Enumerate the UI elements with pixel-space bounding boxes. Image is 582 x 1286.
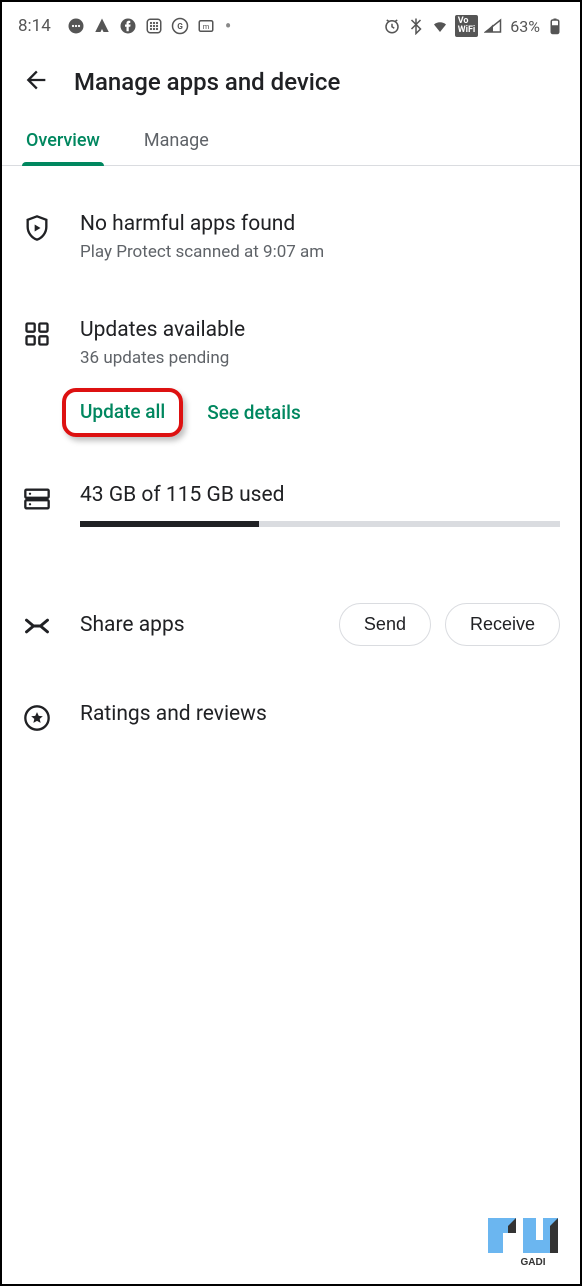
page-title: Manage apps and device bbox=[74, 68, 340, 96]
updates-row: Updates available 36 updates pending Upd… bbox=[22, 290, 560, 447]
highlight-annotation: Update all bbox=[62, 388, 183, 437]
updates-subtitle: 36 updates pending bbox=[80, 348, 560, 368]
clock: 8:14 bbox=[18, 16, 51, 36]
ratings-row[interactable]: Ratings and reviews bbox=[22, 674, 560, 760]
signal-icon bbox=[484, 17, 502, 35]
svg-text:GADI: GADI bbox=[521, 1257, 546, 1268]
grid-icon bbox=[145, 17, 163, 35]
header: Manage apps and device bbox=[2, 46, 580, 116]
svg-text:G: G bbox=[177, 22, 183, 32]
app-icon-1 bbox=[93, 17, 111, 35]
tab-overview[interactable]: Overview bbox=[22, 116, 104, 165]
watermark-logo: GADI bbox=[478, 1208, 568, 1272]
send-button[interactable]: Send bbox=[339, 603, 431, 646]
status-separator: • bbox=[225, 14, 232, 38]
star-icon bbox=[22, 702, 52, 732]
alarm-icon bbox=[383, 17, 401, 35]
receive-button[interactable]: Receive bbox=[445, 603, 560, 646]
storage-progress bbox=[80, 521, 560, 527]
message-icon bbox=[67, 17, 85, 35]
facebook-icon bbox=[119, 17, 137, 35]
play-protect-row[interactable]: No harmful apps found Play Protect scann… bbox=[22, 184, 560, 290]
wifi-icon bbox=[431, 17, 449, 35]
volte-indicator: VoWiFi bbox=[455, 15, 479, 37]
update-all-link[interactable]: Update all bbox=[80, 400, 165, 423]
updates-title: Updates available bbox=[80, 318, 560, 342]
status-left: 8:14 G m • bbox=[18, 14, 234, 38]
share-apps-row: Share apps Send Receive bbox=[22, 555, 560, 674]
storage-label: 43 GB of 115 GB used bbox=[80, 483, 560, 507]
protect-subtitle: Play Protect scanned at 9:07 am bbox=[80, 242, 560, 262]
storage-progress-fill bbox=[80, 521, 259, 527]
tabs: Overview Manage bbox=[2, 116, 580, 166]
app-icon-m: m bbox=[197, 17, 215, 35]
back-arrow-icon[interactable] bbox=[22, 66, 50, 98]
battery-percent: 63% bbox=[510, 17, 540, 36]
storage-icon bbox=[22, 483, 52, 513]
shield-icon bbox=[22, 212, 52, 242]
battery-icon bbox=[546, 17, 564, 35]
see-details-link[interactable]: See details bbox=[207, 401, 301, 424]
apps-grid-icon bbox=[22, 318, 52, 348]
storage-row[interactable]: 43 GB of 115 GB used bbox=[22, 447, 560, 555]
bluetooth-icon bbox=[407, 17, 425, 35]
share-icon bbox=[22, 610, 52, 640]
tab-manage[interactable]: Manage bbox=[140, 116, 213, 165]
share-title: Share apps bbox=[80, 613, 185, 637]
ratings-title: Ratings and reviews bbox=[80, 702, 560, 726]
status-right: VoWiFi 63% bbox=[383, 15, 564, 37]
content: No harmful apps found Play Protect scann… bbox=[2, 166, 580, 778]
status-bar: 8:14 G m • VoWiFi 63% bbox=[2, 2, 580, 46]
google-icon: G bbox=[171, 17, 189, 35]
svg-text:m: m bbox=[202, 22, 209, 31]
protect-title: No harmful apps found bbox=[80, 212, 560, 236]
